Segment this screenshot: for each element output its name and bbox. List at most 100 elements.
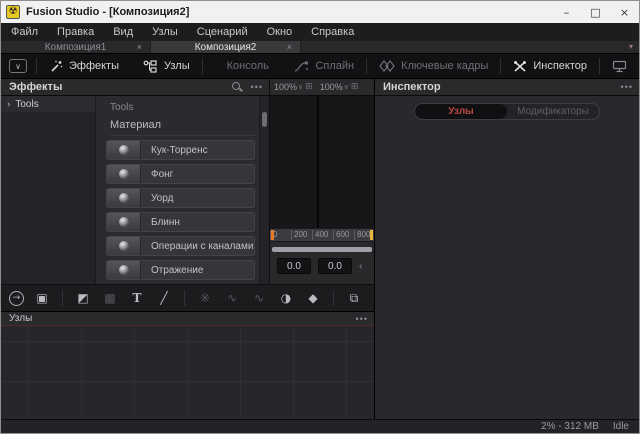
inspector-tab[interactable]: Модификаторы (507, 104, 599, 119)
viewer1-zoom-dropdown[interactable]: 100% ∨ (270, 82, 305, 92)
nodes-button-label: Узлы (164, 60, 190, 72)
color-curves-icon[interactable]: ∿ (223, 289, 241, 307)
effects-scrollbar[interactable] (259, 96, 269, 284)
time-ruler[interactable]: 0200400600800 (270, 228, 374, 242)
effect-item-label: Уорд (141, 193, 173, 204)
node-graph-canvas[interactable] (1, 326, 374, 419)
viewer-pane-right[interactable] (319, 96, 374, 228)
magic-wand-icon (49, 59, 63, 73)
inspector-panel: Инспектор ••• Узлы Модификаторы (374, 79, 639, 419)
separator[interactable] (333, 290, 334, 306)
effects-panel: Эффекты ••• › Tools Tools (1, 79, 269, 284)
effects-list: Tools Материал Кук-Торренс (96, 96, 259, 284)
composition-tab-label: Композиция2 (195, 42, 257, 53)
range-end-field[interactable]: 0.0 (318, 258, 352, 274)
text-icon[interactable]: T (128, 289, 146, 307)
effect-list-item[interactable]: Уорд (106, 188, 255, 208)
tab-overflow-icon[interactable]: ▾ (629, 42, 633, 51)
composition-tab-bar: Композиция1 × Композиция2 × ▾ (1, 41, 639, 53)
inspector-button[interactable]: Инспектор (501, 54, 599, 78)
keyframes-button[interactable]: Ключевые кадры (367, 54, 500, 78)
minimize-button[interactable]: – (552, 1, 581, 23)
node-creation-toolbar: → ▣ ◩ ▩ T ╱ ※ ∿ (1, 284, 374, 311)
inspector-panel-title: Инспектор (383, 81, 441, 93)
display-view-button[interactable] (600, 54, 639, 78)
keyframes-icon (379, 60, 395, 72)
separator[interactable] (62, 290, 63, 306)
scrollbar-thumb[interactable] (262, 112, 267, 127)
nodes-panel: Узлы ••• (1, 311, 374, 419)
effects-panel-title: Эффекты (9, 81, 62, 93)
menu-bar: Файл Правка Вид Узлы Сценарий Окно Справка (1, 23, 639, 41)
timeline-scrollbar[interactable] (272, 247, 372, 252)
effect-list-item[interactable]: Кук-Торренс (106, 140, 255, 160)
chevron-down-icon: ∨ (298, 83, 303, 91)
tree-item-label: Tools (15, 99, 38, 110)
hue-curves-icon[interactable]: ∿ (250, 289, 268, 307)
effect-item-label: Блинн (141, 217, 180, 228)
search-icon[interactable] (231, 81, 243, 93)
keyframes-button-label: Ключевые кадры (401, 60, 488, 72)
effect-item-label: Отражение (141, 265, 203, 276)
merge-icon[interactable]: ⧉ (345, 289, 363, 307)
ruler-tick-label: 400 (312, 230, 333, 240)
menu-item[interactable]: Файл (11, 26, 38, 38)
effect-list-item[interactable]: Операции с каналами (106, 236, 255, 256)
inspector-icon (513, 60, 527, 73)
render-range-start-marker[interactable] (271, 230, 274, 240)
material-sphere-icon (107, 213, 141, 231)
fetch-media-icon[interactable]: → (9, 291, 24, 306)
effect-list-item[interactable]: Отражение (106, 260, 255, 280)
saver-icon[interactable]: ▣ (33, 289, 51, 307)
brightness-contrast-icon[interactable]: ◑ (277, 289, 295, 307)
menu-item[interactable]: Сценарий (197, 26, 248, 38)
inspector-panel-menu-icon[interactable]: ••• (621, 82, 633, 92)
menu-item[interactable]: Окно (267, 26, 293, 38)
tab-close-icon[interactable]: × (287, 42, 292, 52)
chevron-down-icon: ∨ (344, 83, 349, 91)
collapse-left-icon[interactable]: ‹ (359, 261, 362, 272)
material-sphere-icon (107, 165, 141, 183)
particles-icon[interactable]: ※ (196, 289, 214, 307)
separator[interactable] (184, 290, 185, 306)
composition-tab-label: Композиция1 (45, 42, 107, 53)
effects-button[interactable]: Эффекты (37, 54, 131, 78)
tree-item-tools[interactable]: › Tools (1, 96, 95, 112)
background-icon[interactable]: ◩ (74, 289, 92, 307)
viewer2-zoom-dropdown[interactable]: 100% ∨ (316, 82, 351, 92)
menu-item[interactable]: Справка (311, 26, 354, 38)
viewer2-frame-icon[interactable]: ⊞ (351, 82, 359, 92)
effects-panel-menu-icon[interactable]: ••• (251, 82, 263, 92)
console-button[interactable]: Консоль (203, 54, 281, 78)
render-state-label: Idle (613, 421, 629, 432)
viewer2-zoom-value: 100% (320, 82, 343, 92)
viewer-pane-left[interactable] (270, 96, 317, 228)
nodes-icon (143, 60, 158, 73)
paint-icon[interactable]: ╱ (155, 289, 173, 307)
viewer1-frame-icon[interactable]: ⊞ (305, 82, 313, 92)
spline-button[interactable]: Сплайн (282, 54, 366, 78)
blur-icon[interactable]: ◆ (304, 289, 322, 307)
monitor-icon (612, 60, 627, 73)
nodes-panel-menu-icon[interactable]: ••• (356, 314, 368, 324)
effect-list-item[interactable]: Блинн (106, 212, 255, 232)
inspector-tabs: Узлы Модификаторы (414, 103, 600, 120)
menu-item[interactable]: Вид (113, 26, 133, 38)
fast-noise-icon[interactable]: ▩ (101, 289, 119, 307)
inspector-tab[interactable]: Узлы (415, 104, 507, 119)
menu-item[interactable]: Правка (57, 26, 94, 38)
menu-item[interactable]: Узлы (152, 26, 178, 38)
main-toolbar: ∨ Эффекты Узлы Консоль (1, 53, 639, 79)
nodes-button[interactable]: Узлы (131, 54, 202, 78)
tab-close-icon[interactable]: × (137, 42, 142, 52)
range-start-field[interactable]: 0.0 (277, 258, 311, 274)
maximize-button[interactable]: □ (581, 1, 610, 23)
spline-button-label: Сплайн (315, 60, 354, 72)
composition-tab[interactable]: Композиция1 × (1, 41, 151, 53)
effect-list-item[interactable]: Фонг (106, 164, 255, 184)
close-button[interactable]: × (610, 1, 639, 23)
composition-tab[interactable]: Композиция2 × (151, 41, 301, 53)
console-button-label: Консоль (227, 60, 269, 72)
ui-layout-toggle-button[interactable]: ∨ (9, 59, 27, 73)
render-range-end-marker[interactable] (370, 230, 373, 240)
